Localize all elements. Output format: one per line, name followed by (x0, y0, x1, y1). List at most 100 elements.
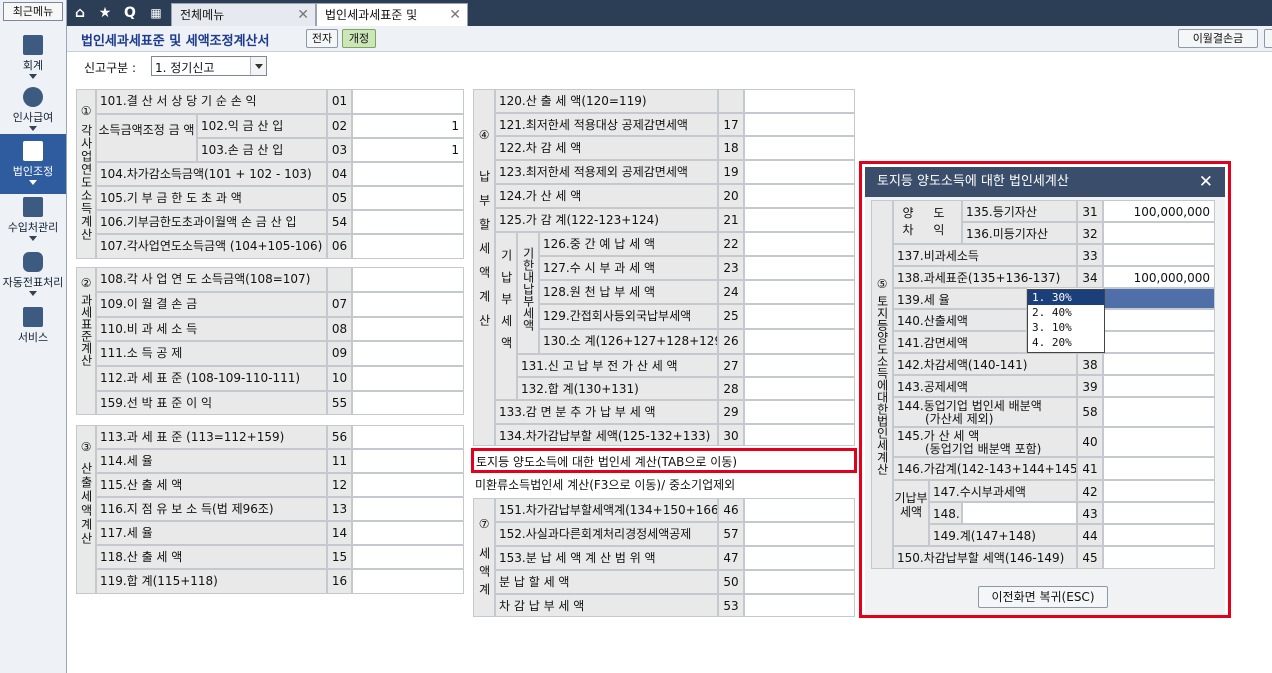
row-102-value[interactable]: 1 (352, 114, 464, 138)
home-icon[interactable]: ⌂ (69, 3, 91, 23)
sidebar-item-corporate-adjust[interactable]: 법인조정 (0, 134, 66, 194)
close-icon[interactable]: ✕ (449, 4, 461, 27)
tab-corporate-tax[interactable]: 법인세과세표준 및 ✕ (316, 3, 468, 26)
menu-grid-icon[interactable]: ▦ (145, 3, 167, 23)
row-143-value[interactable] (1103, 375, 1215, 397)
row-122-value[interactable] (744, 136, 855, 160)
row-105-value[interactable] (352, 186, 464, 210)
sidebar-item-vendor[interactable]: 수입처관리 (0, 190, 66, 250)
rate-option[interactable]: 4. 20% (1028, 335, 1104, 350)
row-140-label: 140.산출세액 (893, 309, 1027, 331)
row-108-value[interactable] (352, 267, 464, 292)
sidebar-item-label: 법인조정 (12, 165, 54, 178)
row-146-value[interactable] (1103, 457, 1215, 480)
row-118-value[interactable] (352, 545, 464, 569)
row-142-value[interactable] (1103, 353, 1215, 375)
row-134-label: 134.차가감납부할 세액(125-132+133) (495, 424, 718, 446)
report-type-select[interactable]: 1. 정기신고 (151, 56, 267, 76)
row-139-value[interactable] (1103, 288, 1215, 309)
row-net-payment-value[interactable] (744, 594, 855, 617)
tax-rate-dropdown[interactable]: 1. 30% 2. 40% 3. 10% 4. 20% (1027, 289, 1105, 353)
more-button[interactable] (1264, 29, 1272, 48)
row-125-value[interactable] (744, 208, 855, 232)
row-103-label: 103.손 금 산 입 (197, 138, 327, 162)
row-153-no: 47 (718, 546, 744, 570)
row-111-value[interactable] (352, 341, 464, 366)
row-115-value[interactable] (352, 473, 464, 497)
row-159-value[interactable] (352, 391, 464, 415)
row-110-value[interactable] (352, 317, 464, 341)
sidebar-item-auto-voucher[interactable]: 자동전표처리 (0, 245, 66, 305)
row-148-value[interactable] (1103, 502, 1215, 524)
row-133-value[interactable] (744, 400, 855, 424)
row-144-value[interactable] (1103, 397, 1215, 427)
row-143-no: 39 (1077, 375, 1103, 397)
row-153-value[interactable] (744, 546, 855, 570)
close-icon[interactable]: ✕ (1199, 167, 1213, 197)
return-previous-button[interactable]: 이전화면 복귀(ESC) (978, 586, 1108, 608)
row-installment-value[interactable] (744, 570, 855, 594)
row-119-value[interactable] (352, 569, 464, 594)
row-152-value[interactable] (744, 522, 855, 546)
row-120-value[interactable] (744, 89, 855, 113)
row-138-value[interactable]: 100,000,000 (1103, 266, 1215, 288)
row-150-value[interactable] (1103, 546, 1215, 569)
recent-menu-button[interactable]: 최근메뉴 (3, 2, 63, 21)
row-113-value[interactable] (352, 425, 464, 449)
carryover-loss-button[interactable]: 이월결손금 (1178, 29, 1258, 48)
row-107-no: 06 (327, 234, 352, 259)
row-129-value[interactable] (744, 304, 855, 329)
sidebar-item-accounting[interactable]: 회계 (0, 28, 66, 88)
tab-all-menu[interactable]: 전체메뉴 ✕ (171, 3, 316, 26)
row-130-value[interactable] (744, 329, 855, 354)
row-130-no: 26 (718, 329, 744, 354)
row-123-value[interactable] (744, 160, 855, 184)
row-124-value[interactable] (744, 184, 855, 208)
row-132-label: 132.합 계(130+131) (517, 377, 718, 400)
row-106-value[interactable] (352, 210, 464, 234)
row-117-value[interactable] (352, 521, 464, 545)
row-128-value[interactable] (744, 280, 855, 304)
row-114-no: 11 (327, 449, 352, 473)
row-149-value[interactable] (1103, 524, 1215, 546)
row-132-value[interactable] (744, 377, 855, 400)
row-135-value[interactable]: 100,000,000 (1103, 200, 1215, 222)
star-icon[interactable]: ★ (94, 3, 116, 23)
row-101-value[interactable] (352, 89, 464, 114)
unreturned-income-link[interactable]: 미환류소득법인세 계산(F3으로 이동)/ 중소기업제외 (475, 476, 735, 493)
row-151-value[interactable] (744, 498, 855, 522)
row-147-value[interactable] (1103, 480, 1215, 502)
row-120-no (718, 89, 744, 113)
row-116-value[interactable] (352, 497, 464, 521)
row-103-value[interactable]: 1 (352, 138, 464, 162)
row-151-label: 151.차가감납부할세액계(134+150+166) (495, 498, 718, 522)
row-145-value[interactable] (1103, 427, 1215, 457)
revision-button[interactable]: 개정 (342, 29, 376, 48)
sidebar-item-service[interactable]: 서비스 (0, 300, 66, 360)
rate-option[interactable]: 2. 40% (1028, 305, 1104, 320)
row-112-value[interactable] (352, 366, 464, 391)
rate-option[interactable]: 3. 10% (1028, 320, 1104, 335)
row-137-value[interactable] (1103, 244, 1215, 266)
row-126-value[interactable] (744, 232, 855, 256)
close-icon[interactable]: ✕ (297, 4, 309, 27)
row-136-value[interactable] (1103, 222, 1215, 244)
row-140-value[interactable] (1103, 309, 1215, 331)
row-131-value[interactable] (744, 354, 855, 377)
electronic-button[interactable]: 전자 (306, 29, 338, 48)
search-q-icon[interactable]: Q (119, 3, 141, 23)
row-131-label: 131.신 고 납 부 전 가 산 세 액 (517, 354, 718, 377)
row-121-value[interactable] (744, 113, 855, 136)
building-icon (23, 141, 43, 161)
row-141-value[interactable] (1103, 331, 1215, 353)
row-109-value[interactable] (352, 292, 464, 317)
row-134-value[interactable] (744, 424, 855, 446)
rate-option[interactable]: 1. 30% (1028, 290, 1104, 305)
row-127-value[interactable] (744, 256, 855, 280)
row-107-value[interactable] (352, 234, 464, 259)
land-transfer-link[interactable]: 토지등 양도소득에 대한 법인세 계산(TAB으로 이동) (471, 448, 857, 473)
row-104-value[interactable] (352, 162, 464, 186)
row-114-value[interactable] (352, 449, 464, 473)
row-148-name-input[interactable] (962, 502, 1077, 524)
sidebar-item-payroll[interactable]: 인사급여 (0, 80, 66, 140)
